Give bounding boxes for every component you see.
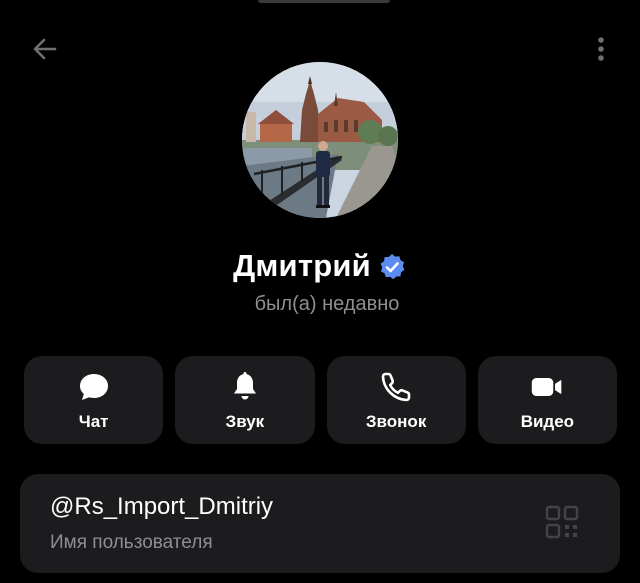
- top-handle: [258, 0, 390, 3]
- more-options-button[interactable]: [584, 30, 618, 72]
- bell-icon: [228, 370, 262, 404]
- username-caption: Имя пользователя: [50, 532, 213, 553]
- action-buttons: Чат Звук Звонок Видео: [24, 356, 617, 444]
- chat-button[interactable]: Чат: [24, 356, 164, 444]
- verified-badge-icon: [377, 252, 407, 282]
- more-vertical-icon: [596, 34, 606, 69]
- call-button-label: Звонок: [365, 412, 427, 431]
- qr-code-icon: [545, 505, 579, 539]
- avatar[interactable]: [242, 62, 398, 218]
- username-value[interactable]: @Rs_Import_Dmitriy: [50, 492, 273, 522]
- call-button[interactable]: Звонок: [326, 356, 466, 444]
- username-card: @Rs_Import_Dmitriy Имя пользователя: [20, 474, 620, 573]
- video-button-label: Видео: [520, 412, 575, 431]
- profile-name-row: Дмитрий: [0, 246, 640, 286]
- chat-bubble-icon: [77, 370, 111, 404]
- sound-button-label: Звук: [225, 412, 265, 431]
- arrow-left-icon: [30, 34, 60, 69]
- video-button[interactable]: Видео: [477, 356, 617, 444]
- chat-button-label: Чат: [78, 412, 109, 431]
- phone-icon: [379, 370, 413, 404]
- qr-code-button[interactable]: [544, 504, 580, 540]
- avatar-photo: [242, 62, 398, 218]
- sound-button[interactable]: Звук: [175, 356, 315, 444]
- profile-name: Дмитрий: [233, 248, 371, 283]
- back-button[interactable]: [24, 30, 66, 72]
- video-camera-icon: [530, 370, 564, 404]
- last-seen-status: был(а) недавно: [254, 293, 400, 315]
